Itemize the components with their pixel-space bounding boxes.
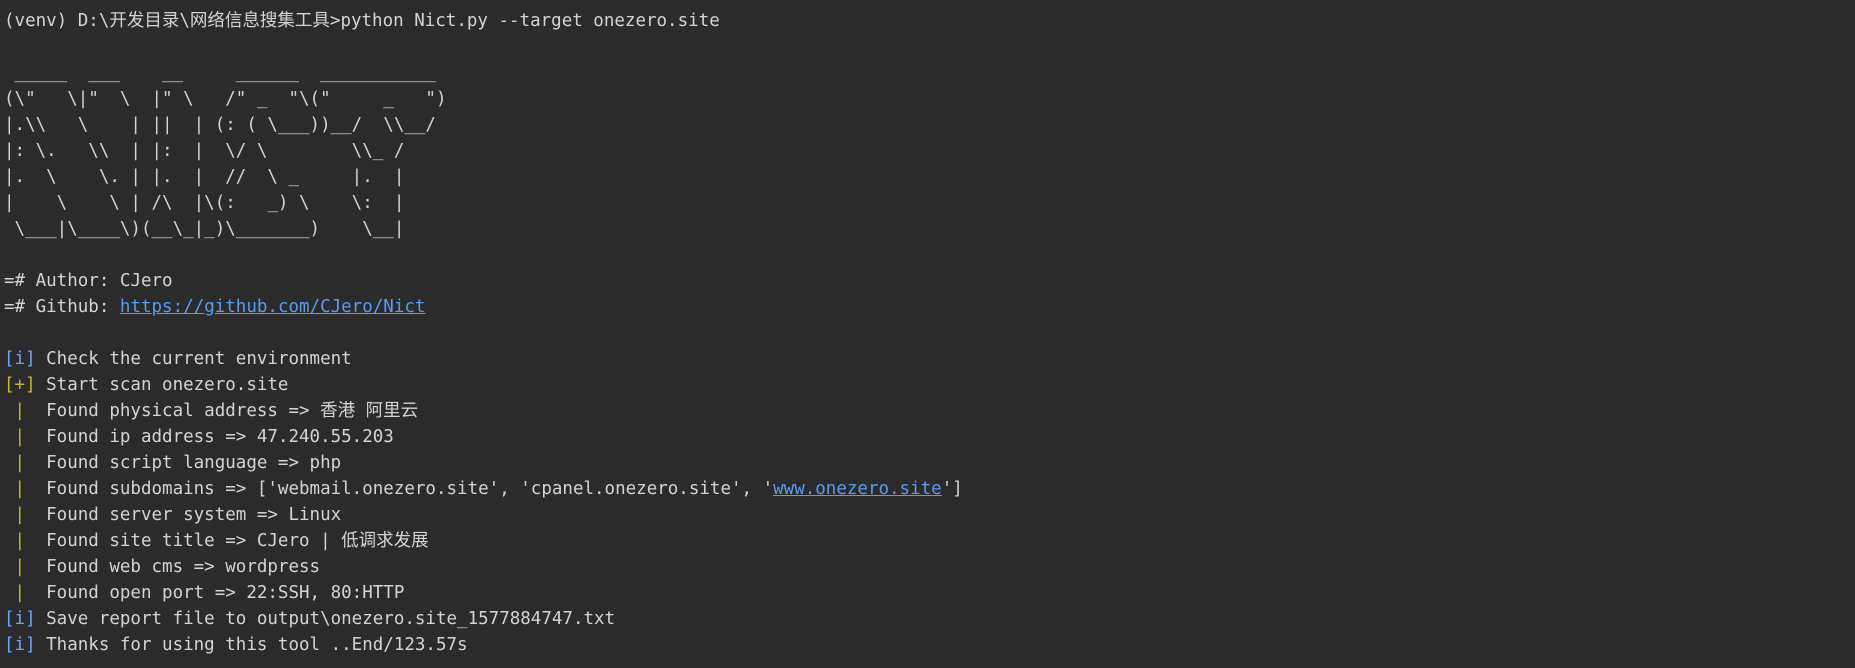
log-subdomains: | Found subdomains => ['webmail.onezero.… [4,479,963,499]
pipe-marker: | [4,453,36,473]
info-tag: [i] [4,635,36,655]
ascii-banner: _____ ___ __ ______ ___________ (\" \|" … [4,63,447,239]
log-web-cms: | Found web cms => wordpress [4,557,321,577]
pipe-marker: | [4,505,36,525]
pipe-marker: | [4,583,36,603]
plus-tag: [+] [4,375,36,395]
author-line: =# Author: CJero [4,271,173,291]
log-check-env: [i] Check the current environment [4,349,352,369]
log-ip-address: | Found ip address => 47.240.55.203 [4,427,394,447]
pipe-marker: | [4,531,36,551]
pipe-marker: | [4,427,36,447]
shell-prompt: (venv) D:\开发目录\网络信息搜集工具> [4,11,341,31]
log-server-system: | Found server system => Linux [4,505,342,525]
log-physical-address: | Found physical address => 香港 阿里云 [4,401,419,421]
command-line: (venv) D:\开发目录\网络信息搜集工具>python Nict.py -… [4,8,1855,34]
log-start-scan: [+] Start scan onezero.site [4,375,289,395]
pipe-marker: | [4,557,36,577]
github-line: =# Github: https://github.com/CJero/Nict [4,297,426,317]
pipe-marker: | [4,401,36,421]
log-site-title: | Found site title => CJero | 低调求发展 [4,531,429,551]
subdomain-link[interactable]: www.onezero.site [773,479,942,499]
log-open-port: | Found open port => 22:SSH, 80:HTTP [4,583,405,603]
pipe-marker: | [4,479,36,499]
terminal-window[interactable]: (venv) D:\开发目录\网络信息搜集工具>python Nict.py -… [0,0,1855,668]
command-text: python Nict.py --target onezero.site [340,11,720,31]
info-tag: [i] [4,349,36,369]
author-name: CJero [119,271,173,291]
log-script-language: | Found script language => php [4,453,342,473]
log-thanks: [i] Thanks for using this tool ..End/123… [4,635,468,655]
github-link[interactable]: https://github.com/CJero/Nict [120,297,426,317]
info-tag: [i] [4,609,36,629]
log-save-report: [i] Save report file to output\onezero.s… [4,609,616,629]
